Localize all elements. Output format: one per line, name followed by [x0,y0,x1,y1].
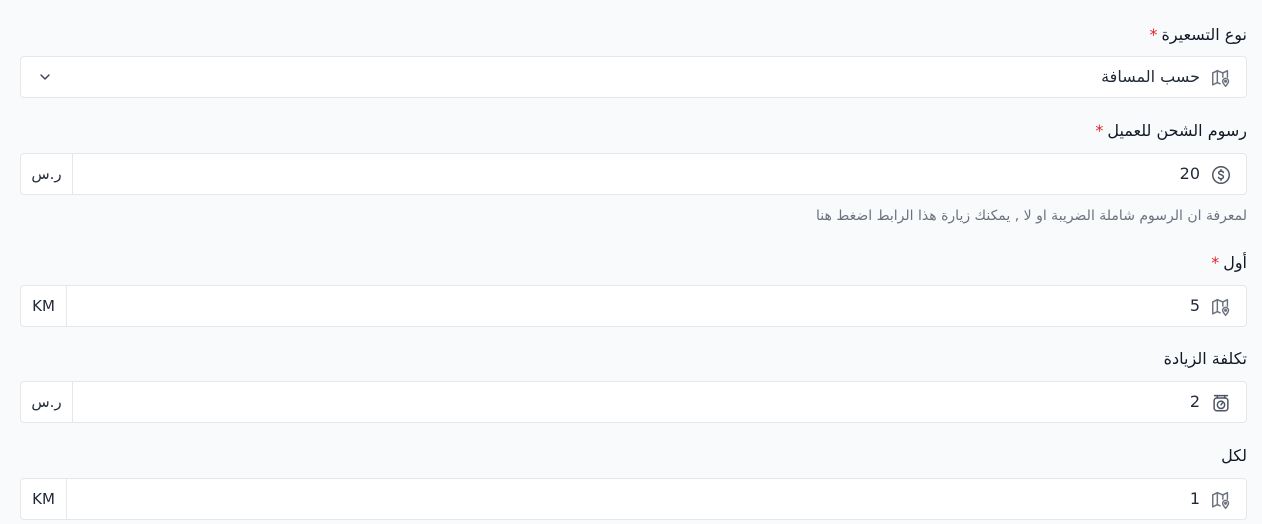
shipping-fee-label-text: رسوم الشحن للعميل [1107,121,1247,140]
first-distance-input[interactable]: KM 5 [20,285,1247,327]
currency-suffix: ر.س [21,154,73,194]
first-distance-label-text: أول [1223,253,1247,272]
first-distance-label: أول* [1211,252,1247,274]
extra-cost-label: تكلفة الزيادة [1164,348,1247,370]
chevron-down-icon[interactable] [37,69,53,85]
map-pin-icon [1210,67,1232,89]
extra-cost-label-text: تكلفة الزيادة [1163,349,1247,368]
required-asterisk: * [1149,25,1158,44]
required-asterisk: * [1095,121,1104,140]
map-pin-icon [1210,489,1232,511]
pricing-type-select[interactable]: حسب المسافة [20,56,1247,98]
first-distance-value: 5 [1189,296,1200,315]
map-pin-icon [1210,296,1232,318]
per-distance-value: 1 [1189,489,1200,508]
extra-cost-input[interactable]: ر.س 2 [20,381,1247,423]
pricing-type-label: نوع التسعيرة* [1149,24,1247,46]
currency-suffix: ر.س [21,382,73,422]
dollar-circle-icon [1210,164,1232,186]
extra-cost-value: 2 [1189,392,1200,411]
pricing-type-label-text: نوع التسعيرة [1161,25,1247,44]
pricing-type-value: حسب المسافة [1101,67,1200,86]
per-distance-label: لكل [1221,445,1247,467]
distance-unit-suffix: KM [21,286,67,326]
distance-unit-suffix: KM [21,479,67,519]
shipping-fee-label: رسوم الشحن للعميل* [1095,120,1247,142]
required-asterisk: * [1211,253,1220,272]
shipping-fee-input[interactable]: ر.س 20 [20,153,1247,195]
tax-info-hint-link[interactable]: لمعرفة ان الرسوم شاملة الضريبة او لا , ي… [816,206,1247,226]
pricing-form: نوع التسعيرة* حسب المسافة رسوم الشحن للع… [0,0,1262,524]
per-distance-input[interactable]: KM 1 [20,478,1247,520]
per-distance-label-text: لكل [1221,446,1247,465]
scale-icon [1210,392,1232,414]
shipping-fee-value: 20 [1179,164,1200,183]
